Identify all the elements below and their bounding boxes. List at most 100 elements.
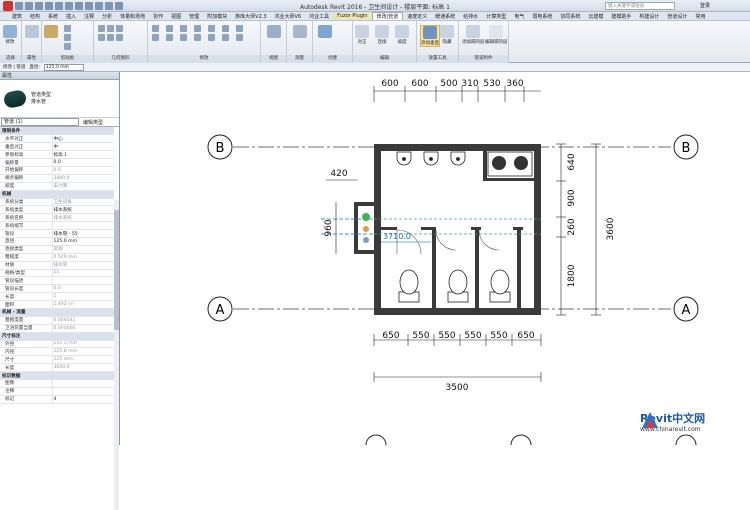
property-value[interactable]: 中心 xyxy=(51,134,114,144)
tab-2[interactable]: 系统 xyxy=(44,13,62,20)
property-section[interactable]: 尺寸标注 xyxy=(0,332,114,341)
text-icon[interactable] xyxy=(75,1,83,10)
tab-1[interactable]: 结构 xyxy=(26,13,44,20)
trim-icon[interactable] xyxy=(236,25,243,32)
mirror-icon[interactable] xyxy=(180,25,187,32)
thin-lines-icon[interactable] xyxy=(105,1,113,10)
undo-icon[interactable] xyxy=(35,1,43,10)
tab-16[interactable]: 速度定义 xyxy=(403,13,431,20)
tab-5[interactable]: 分析 xyxy=(98,13,116,20)
property-section[interactable]: 机械 - 流量 xyxy=(0,308,114,317)
add-vertical-button[interactable]: 添加垂直 xyxy=(420,25,440,47)
move-icon[interactable] xyxy=(194,25,201,32)
tab-24[interactable]: 建模助手 xyxy=(607,13,635,20)
tab-3[interactable]: 插入 xyxy=(62,13,80,20)
join-icon[interactable] xyxy=(116,25,123,32)
tab-15[interactable]: 修改|管道 xyxy=(371,12,404,20)
property-section[interactable]: 机械 xyxy=(0,190,114,199)
property-value[interactable] xyxy=(51,379,114,388)
toilets[interactable] xyxy=(398,269,511,303)
diameter-field[interactable]: 125.0 mm xyxy=(43,63,84,71)
properties-scrollbar[interactable] xyxy=(114,200,119,510)
drawing-canvas[interactable]: B B A A 3710.0 600 600 500 310 530 360 6… xyxy=(121,72,750,445)
tab-11[interactable]: 族库大师V2.3 xyxy=(231,13,270,20)
pipe-connector-icon[interactable] xyxy=(363,237,369,243)
tab-17[interactable]: 暖通系统 xyxy=(431,13,459,20)
tab-21[interactable]: 弱电系统 xyxy=(528,13,556,20)
copy-icon[interactable] xyxy=(64,34,71,41)
tab-26[interactable]: 管道设计 xyxy=(663,13,691,20)
hide-view-button[interactable] xyxy=(267,25,281,39)
delete-icon[interactable] xyxy=(222,34,229,41)
property-section[interactable]: 标识数据 xyxy=(0,371,114,380)
tab-19[interactable]: 计算类型 xyxy=(482,13,510,20)
split-face-icon[interactable] xyxy=(98,34,105,41)
pipe-length-dimension[interactable]: 3710.0 xyxy=(383,232,411,241)
property-value[interactable]: 4 xyxy=(51,395,114,404)
close-hidden-icon[interactable] xyxy=(115,1,123,10)
tab-22[interactable]: 协同系统 xyxy=(556,13,584,20)
edit-type-button[interactable]: 编辑类型 xyxy=(83,119,103,126)
paste-button[interactable] xyxy=(44,25,58,39)
property-value[interactable]: 中 xyxy=(51,142,114,152)
justify-button[interactable]: 对正 xyxy=(355,25,369,45)
tab-10[interactable]: 附加模块 xyxy=(203,13,231,20)
scroll-thumb[interactable] xyxy=(114,210,119,330)
match-icon[interactable] xyxy=(64,43,71,50)
tab-27[interactable]: 常用 xyxy=(691,13,709,20)
filter-dropdown[interactable]: 管道 (1) xyxy=(1,118,79,126)
array-icon[interactable] xyxy=(166,34,173,41)
tab-4[interactable]: 注释 xyxy=(80,13,98,20)
rotate-icon[interactable] xyxy=(222,25,229,32)
tab-20[interactable]: 电气 xyxy=(510,13,528,20)
pipe-end-icon[interactable] xyxy=(363,226,369,232)
urinals[interactable] xyxy=(396,151,466,166)
property-value[interactable]: 排水管 - 55 xyxy=(51,229,114,238)
tab-6[interactable]: 体量和场地 xyxy=(116,13,149,20)
3d-view-icon[interactable] xyxy=(85,1,93,10)
tab-12[interactable]: 鸿业大师V6 xyxy=(271,13,306,20)
search-input[interactable]: 键入关键字或短语 xyxy=(605,2,675,10)
property-value[interactable]: 标高 1 xyxy=(51,150,114,160)
align-icon[interactable] xyxy=(152,25,159,32)
pipe-grip-icon[interactable] xyxy=(362,213,370,221)
offset-icon[interactable] xyxy=(166,25,173,32)
lock-icon[interactable] xyxy=(236,34,243,41)
tab-18[interactable]: 给排水 xyxy=(459,13,482,20)
property-value[interactable]: 0.0 xyxy=(51,158,114,167)
paint-icon[interactable] xyxy=(107,34,114,41)
redo-icon[interactable] xyxy=(45,1,53,10)
connect-button[interactable]: 连接 xyxy=(375,25,389,45)
tab-14[interactable]: Fuzor Plugin xyxy=(333,13,372,19)
properties-button[interactable] xyxy=(25,25,39,39)
unpin-icon[interactable] xyxy=(208,34,215,41)
wash-basins[interactable] xyxy=(487,151,533,177)
property-value[interactable]: 排水系统 xyxy=(51,205,114,215)
demolish-icon[interactable] xyxy=(116,34,123,41)
hide-button[interactable]: 隐藏 xyxy=(440,25,454,45)
scale-icon[interactable] xyxy=(180,34,187,41)
save-icon[interactable] xyxy=(25,1,33,10)
tab-23[interactable]: 云建模 xyxy=(584,13,607,20)
modify-button[interactable]: 修改 xyxy=(3,25,17,45)
split-icon[interactable] xyxy=(152,34,159,41)
login-link[interactable]: 登录 xyxy=(700,2,710,9)
property-value[interactable] xyxy=(51,387,114,396)
print-icon[interactable] xyxy=(55,1,63,10)
tab-25[interactable]: 构建设计 xyxy=(635,13,663,20)
cut-icon[interactable] xyxy=(64,25,71,32)
pin-icon[interactable] xyxy=(194,34,201,41)
type-selector[interactable]: 管道类型 排水管 xyxy=(0,80,119,118)
tab-0[interactable]: 建筑 xyxy=(8,13,26,20)
property-section[interactable]: 限制条件 xyxy=(0,127,114,136)
section-icon[interactable] xyxy=(95,1,103,10)
slope-button[interactable]: 坡度 xyxy=(395,25,409,45)
cope-icon[interactable] xyxy=(98,25,105,32)
copy-element-icon[interactable] xyxy=(208,25,215,32)
edit-insulation-button[interactable]: 编辑隔热层 xyxy=(485,25,508,45)
open-icon[interactable] xyxy=(15,1,23,10)
tab-7[interactable]: 协作 xyxy=(149,13,167,20)
measure-icon[interactable] xyxy=(65,1,73,10)
tab-8[interactable]: 视图 xyxy=(167,13,185,20)
tab-13[interactable]: 鸿业工具 xyxy=(305,13,333,20)
